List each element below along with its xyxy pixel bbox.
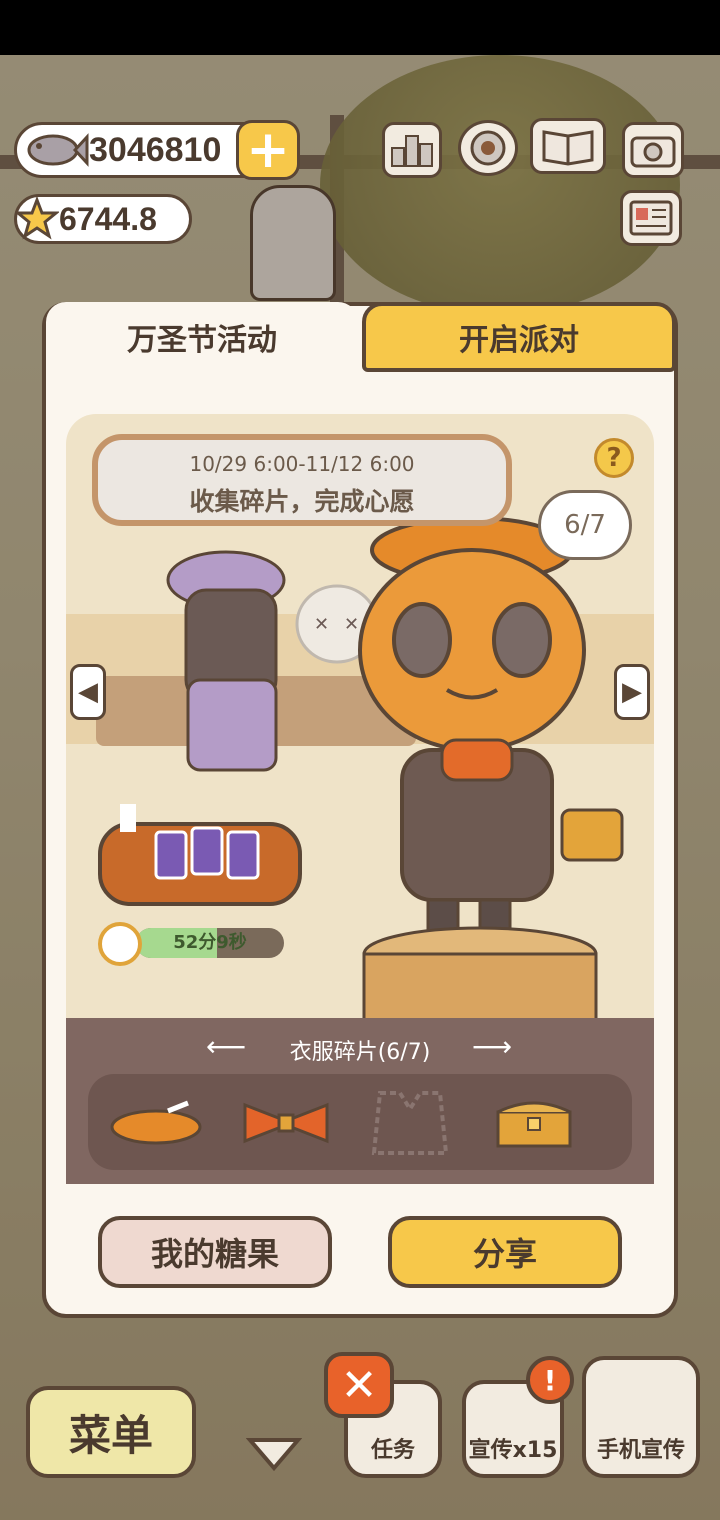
clock-icon bbox=[98, 922, 142, 966]
tab-label: 开启派对 bbox=[459, 323, 579, 358]
beret-icon[interactable] bbox=[106, 1094, 206, 1150]
my-candy-label: 我的糖果 bbox=[150, 1235, 279, 1273]
event-subtitle: 收集碎片，完成心愿 bbox=[189, 487, 415, 516]
bowtie-icon[interactable] bbox=[236, 1094, 336, 1150]
camera-icon[interactable] bbox=[622, 122, 684, 178]
phone-promote-button[interactable]: 手机宣传 bbox=[582, 1356, 700, 1478]
ranking-icon[interactable] bbox=[382, 122, 442, 178]
alert-badge-icon: ! bbox=[526, 1356, 574, 1404]
status-bar bbox=[0, 0, 720, 55]
tasks-label: 任务 bbox=[370, 1438, 415, 1463]
pieces-slots bbox=[88, 1074, 632, 1170]
pieces-title: 衣服碎片(6/7) bbox=[289, 1040, 431, 1065]
phone-promote-label: 手机宣传 bbox=[596, 1438, 685, 1463]
my-candy-button[interactable]: 我的糖果 bbox=[98, 1216, 332, 1288]
svg-text:✕: ✕ bbox=[314, 614, 329, 635]
tab-label: 万圣节活动 bbox=[127, 323, 277, 358]
tab-halloween-event[interactable]: 万圣节活动 bbox=[46, 302, 358, 372]
event-date-range: 10/29 6:00-11/12 6:00 bbox=[189, 452, 415, 476]
book-icon[interactable] bbox=[530, 118, 606, 174]
star-currency-value: 6744.8 bbox=[59, 200, 157, 237]
chevron-down-icon[interactable] bbox=[245, 1436, 303, 1472]
close-icon[interactable]: ✕ bbox=[324, 1352, 394, 1418]
menu-button[interactable]: 菜单 bbox=[26, 1386, 196, 1478]
event-banner: 10/29 6:00-11/12 6:00 收集碎片，完成心愿 bbox=[92, 434, 512, 526]
mole-tailor-character bbox=[166, 550, 286, 772]
clothing-pieces-panel: ⟵ 衣服碎片(6/7) ⟶ bbox=[66, 1018, 654, 1184]
share-button[interactable]: 分享 bbox=[388, 1216, 622, 1288]
treasure-chest-icon[interactable] bbox=[484, 1094, 584, 1150]
share-label: 分享 bbox=[472, 1235, 537, 1273]
star-currency: 6744.8 bbox=[14, 194, 192, 244]
next-arrow-button[interactable]: ▶ bbox=[614, 664, 650, 720]
fortune-table bbox=[98, 804, 302, 906]
vest-icon[interactable] bbox=[360, 1091, 460, 1155]
progress-bubble: 6/7 bbox=[538, 490, 632, 560]
tab-start-party[interactable]: 开启派对 bbox=[362, 302, 676, 372]
star-icon bbox=[15, 197, 59, 240]
pieces-right-arrow-icon[interactable]: ⟶ bbox=[472, 1030, 512, 1063]
help-icon[interactable]: ? bbox=[594, 438, 634, 478]
settings-gear-icon[interactable] bbox=[458, 120, 518, 176]
fish-currency-value: 3046810 bbox=[89, 130, 222, 169]
timer-text: 52分9秒 bbox=[173, 932, 247, 953]
promote-label: 宣传x15 bbox=[468, 1438, 558, 1463]
fish-icon bbox=[27, 133, 89, 167]
fish-currency: 3046810 bbox=[14, 122, 274, 178]
previous-arrow-button[interactable]: ◀ bbox=[70, 664, 106, 720]
menu-label: 菜单 bbox=[68, 1410, 153, 1460]
add-currency-button[interactable]: + bbox=[236, 120, 300, 180]
newspaper-icon[interactable] bbox=[620, 190, 682, 246]
